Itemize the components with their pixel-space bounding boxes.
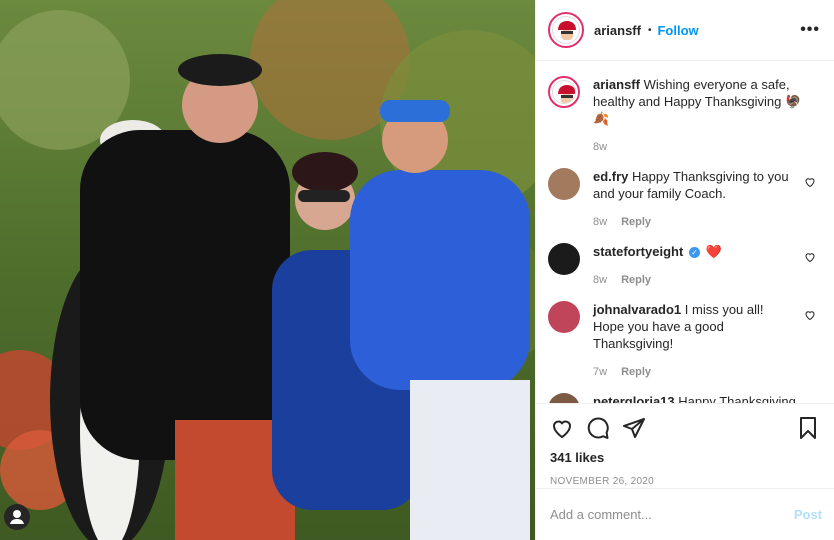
person-icon bbox=[10, 510, 24, 524]
comment-username[interactable]: ed.fry bbox=[593, 169, 628, 184]
separator-dot: • bbox=[647, 24, 652, 36]
comments-list[interactable]: ariansff Wishing everyone a safe, health… bbox=[536, 62, 834, 403]
likes-count[interactable]: 341 likes bbox=[550, 450, 820, 465]
post-comment-button[interactable]: Post bbox=[794, 507, 822, 522]
reply-button[interactable]: Reply bbox=[621, 214, 651, 231]
post-side-panel: ariansff • Follow ••• ariansff Wishing e… bbox=[535, 0, 834, 540]
author-username[interactable]: ariansff bbox=[594, 23, 641, 38]
reply-button[interactable]: Reply bbox=[621, 364, 651, 381]
comment-username[interactable]: johnalvarado1 bbox=[593, 302, 681, 317]
comment-meta: 8w Reply bbox=[593, 272, 798, 289]
comment-username[interactable]: petergloria13 bbox=[593, 394, 675, 403]
comment-text: Happy Thanksgiving bbox=[678, 394, 796, 403]
comment-age: 8w bbox=[593, 216, 608, 228]
post-header: ariansff • Follow ••• bbox=[536, 0, 834, 61]
comment-item: johnalvarado1 I miss you all! Hope you h… bbox=[548, 301, 822, 381]
comment-item: petergloria13 Happy Thanksgiving bbox=[548, 393, 822, 403]
action-icons bbox=[550, 414, 820, 442]
add-comment-bar: Post bbox=[536, 488, 834, 540]
commenter-avatar[interactable] bbox=[548, 168, 580, 200]
comment-input[interactable] bbox=[550, 507, 794, 522]
commenter-avatar[interactable] bbox=[548, 243, 580, 275]
comment-item: statefortyeight ✓ ❤️ 8w Reply bbox=[548, 243, 822, 289]
post-photo[interactable] bbox=[0, 0, 535, 540]
caption-avatar-icon bbox=[558, 85, 575, 103]
share-icon[interactable] bbox=[622, 416, 646, 440]
caption-username[interactable]: ariansff bbox=[593, 77, 640, 92]
commenter-avatar[interactable] bbox=[548, 301, 580, 333]
caption-age: 8w bbox=[593, 141, 608, 153]
post-date[interactable]: NOVEMBER 26, 2020 bbox=[550, 476, 820, 487]
caption: ariansff Wishing everyone a safe, health… bbox=[548, 76, 822, 156]
heart-icon[interactable] bbox=[804, 251, 816, 263]
comment-body: statefortyeight ✓ ❤️ 8w Reply bbox=[593, 243, 822, 289]
comment-username[interactable]: statefortyeight bbox=[593, 244, 683, 259]
heart-icon[interactable] bbox=[804, 176, 816, 188]
comment-body: johnalvarado1 I miss you all! Hope you h… bbox=[593, 301, 822, 381]
reply-button[interactable]: Reply bbox=[621, 272, 651, 289]
bookmark-icon[interactable] bbox=[796, 416, 820, 440]
photo-illustration bbox=[0, 0, 535, 540]
author-avatar[interactable] bbox=[548, 12, 584, 48]
post-actions: 341 likes NOVEMBER 26, 2020 bbox=[536, 403, 834, 488]
comment-icon[interactable] bbox=[586, 416, 610, 440]
heart-icon[interactable] bbox=[550, 416, 574, 440]
comment-text: ❤️ bbox=[705, 244, 722, 259]
more-options-icon[interactable]: ••• bbox=[800, 21, 820, 39]
comment-body: ed.fry Happy Thanksgiving to you and you… bbox=[593, 168, 822, 231]
author-avatar-icon bbox=[558, 21, 576, 40]
comment-body: petergloria13 Happy Thanksgiving bbox=[593, 393, 822, 403]
verified-badge-icon: ✓ bbox=[688, 247, 700, 259]
follow-button[interactable]: Follow bbox=[657, 23, 698, 38]
comment-age: 8w bbox=[593, 274, 608, 286]
comment-meta: 8w Reply bbox=[593, 214, 798, 231]
comment-age: 7w bbox=[593, 366, 608, 378]
user-tag-icon[interactable] bbox=[4, 504, 30, 530]
instagram-post: ariansff • Follow ••• ariansff Wishing e… bbox=[0, 0, 834, 540]
comment-item: ed.fry Happy Thanksgiving to you and you… bbox=[548, 168, 822, 231]
caption-body: ariansff Wishing everyone a safe, health… bbox=[593, 76, 822, 156]
commenter-avatar[interactable] bbox=[548, 393, 580, 403]
caption-author-avatar[interactable] bbox=[548, 76, 580, 108]
comment-meta: 7w Reply bbox=[593, 364, 798, 381]
heart-icon[interactable] bbox=[804, 309, 816, 321]
caption-meta: 8w bbox=[593, 139, 814, 156]
